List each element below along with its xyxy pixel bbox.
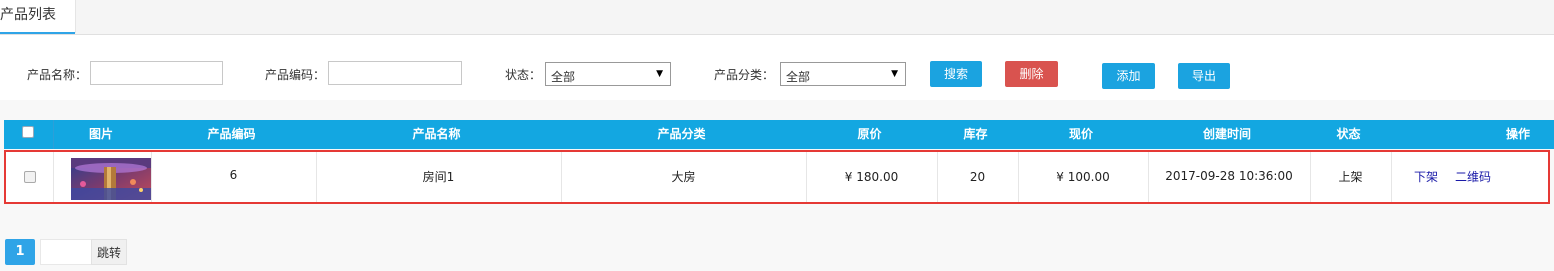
table-row: 6 房间1 大房 ¥ 180.00 20 ¥ 100.00 2017-09-28… [4,150,1550,204]
status-label: 状态： [505,68,542,82]
cell-code: 6 [229,168,238,182]
tab-active-indicator [0,32,75,34]
cell-category: 大房 [671,170,696,184]
cell-name: 房间1 [422,170,455,184]
delete-button[interactable]: 删除 [1005,61,1058,87]
column-header-code: 产品编码 [207,127,256,141]
product-code-label: 产品编码： [265,68,326,82]
cell-created: 2017-09-28 10:36:00 [1165,169,1293,183]
column-header-status: 状态 [1336,127,1361,141]
status-select-value: 全部 [551,70,576,84]
column-header-created: 创建时间 [1202,127,1251,141]
column-header-category: 产品分类 [657,127,706,141]
cell-status: 上架 [1338,170,1363,184]
cell-stock: 20 [969,170,986,184]
cell-original-price: ¥ 180.00 [844,170,899,184]
column-header-image: 图片 [88,127,113,141]
select-all-checkbox[interactable] [22,126,34,138]
column-header-actions: 操作 [1505,127,1530,141]
cell-divider [1391,152,1392,202]
export-button[interactable]: 导出 [1178,63,1230,89]
column-header-original-price: 原价 [857,127,882,141]
dropdown-arrow-icon: ▼ [656,69,663,79]
category-label: 产品分类： [714,68,775,82]
product-code-input[interactable] [328,61,462,85]
column-header-name: 产品名称 [412,127,461,141]
add-button[interactable]: 添加 [1102,63,1155,89]
page-button-current[interactable]: 1 [5,239,35,265]
search-button[interactable]: 搜索 [930,61,982,87]
cell-current-price: ¥ 100.00 [1056,170,1110,184]
column-header-stock: 库存 [963,127,988,141]
dropdown-arrow-icon: ▼ [891,69,898,79]
tab-label: 产品列表 [0,7,56,23]
column-header-current-price: 现价 [1068,127,1093,141]
category-select[interactable]: 全部 ▼ [780,62,906,86]
unlist-link[interactable]: 下架 [1414,152,1438,202]
table-header: 图片 产品编码 产品名称 产品分类 原价 库存 现价 创建时间 状态 操作 [4,120,1554,149]
page-jump-input[interactable] [40,239,92,265]
qrcode-link[interactable]: 二维码 [1455,152,1491,202]
tab-product-list[interactable]: 产品列表 [0,0,76,34]
tab-bar: 产品列表 [0,0,1554,35]
product-thumbnail [71,158,151,200]
filter-bar: 产品名称： 产品编码： 状态： 全部 ▼ 产品分类： 全部 ▼ 搜索 删除 添加… [0,35,1554,100]
product-name-label: 产品名称： [27,68,88,82]
row-checkbox[interactable] [24,171,36,183]
product-name-input[interactable] [90,61,223,85]
category-select-value: 全部 [786,70,811,84]
status-select[interactable]: 全部 ▼ [545,62,671,86]
page-jump-button[interactable]: 跳转 [91,239,127,265]
cell-divider [53,152,54,202]
